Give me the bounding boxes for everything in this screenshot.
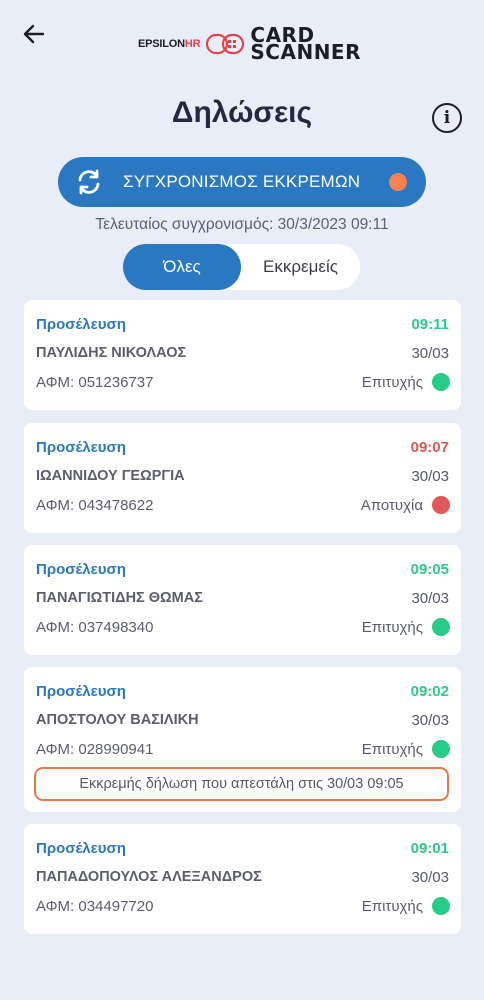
declaration-time: 09:02	[410, 683, 449, 700]
declaration-time: 09:11	[411, 316, 449, 333]
employee-name: ΙΩΑΝΝΙΔΟΥ ΓΕΩΡΓΙΑ	[36, 468, 185, 484]
tax-id: ΑΦΜ: 028990941	[36, 741, 154, 758]
filter-tabs: Όλες Εκκρεμείς	[123, 244, 360, 290]
declaration-time: 09:01	[410, 840, 449, 857]
status-text: Αποτυχία	[360, 497, 423, 514]
declaration-type: Προσέλευση	[36, 439, 126, 456]
sync-pending-button[interactable]: ΣΥΓΧΡΟΝΙΣΜΟΣ ΕΚΚΡΕΜΩΝ	[58, 157, 426, 207]
declaration-time: 09:05	[410, 561, 449, 578]
status-success-icon	[432, 618, 450, 636]
declaration-type: Προσέλευση	[36, 561, 126, 578]
pending-sent-note: Εκκρεμής δήλωση που απεστάλη στις 30/03 …	[34, 767, 449, 801]
declaration-card[interactable]: Προσέλευση 09:01 ΠΑΠΑΔΟΠΟΥΛΟΣ ΑΛΕΞΑΝΔΡΟΣ…	[24, 824, 461, 934]
logo-product: CARD SCANNER	[250, 23, 361, 64]
status-success-icon	[432, 740, 450, 758]
status-text: Επιτυχής	[361, 619, 423, 636]
pending-indicator	[389, 173, 407, 191]
status-failure-icon	[432, 496, 450, 514]
declaration-card[interactable]: Προσέλευση 09:05 ΠΑΝΑΓΙΩΤΙΔΗΣ ΘΩΜΑΣ 30/0…	[24, 545, 461, 655]
tab-pending[interactable]: Εκκρεμείς	[241, 244, 360, 290]
arrow-left-icon	[23, 24, 45, 44]
sync-icon	[78, 169, 100, 195]
declaration-type: Προσέλευση	[36, 683, 126, 700]
tax-id: ΑΦΜ: 051236737	[36, 374, 154, 391]
sync-button-label: ΣΥΓΧΡΟΝΙΣΜΟΣ ΕΚΚΡΕΜΩΝ	[123, 172, 361, 191]
status-text: Επιτυχής	[361, 374, 423, 391]
declaration-date: 30/03	[411, 590, 449, 607]
info-button[interactable]: i	[432, 103, 462, 133]
declaration-date: 30/03	[411, 869, 449, 886]
back-button[interactable]	[18, 18, 50, 50]
status-text: Επιτυχής	[361, 898, 423, 915]
declaration-card[interactable]: Προσέλευση 09:07 ΙΩΑΝΝΙΔΟΥ ΓΕΩΡΓΙΑ 30/03…	[24, 423, 461, 533]
employee-name: ΠΑΝΑΓΙΩΤΙΔΗΣ ΘΩΜΑΣ	[36, 590, 203, 606]
employee-name: ΠΑΥΛΙΔΗΣ ΝΙΚΟΛΑΟΣ	[36, 345, 187, 361]
status-success-icon	[432, 897, 450, 915]
top-bar: EPSILONHR CARD SCANNER	[0, 0, 484, 80]
qr-chain-icon	[206, 33, 245, 55]
declaration-type: Προσέλευση	[36, 840, 126, 857]
status-success-icon	[432, 373, 450, 391]
employee-name: ΠΑΠΑΔΟΠΟΥΛΟΣ ΑΛΕΞΑΝΔΡΟΣ	[36, 869, 262, 885]
tax-id: ΑΦΜ: 037498340	[36, 619, 154, 636]
employee-name: ΑΠΟΣΤΟΛΟΥ ΒΑΣΙΛΙΚΗ	[36, 712, 199, 728]
info-icon: i	[443, 108, 451, 128]
tab-all[interactable]: Όλες	[123, 244, 241, 290]
last-sync-text: Τελευταίος συγχρονισμός: 30/3/2023 09:11	[95, 216, 389, 233]
declaration-date: 30/03	[411, 712, 449, 729]
declaration-date: 30/03	[411, 468, 449, 485]
logo-brand: EPSILONHR	[138, 38, 201, 50]
declaration-card[interactable]: Προσέλευση 09:11 ΠΑΥΛΙΔΗΣ ΝΙΚΟΛΑΟΣ 30/03…	[24, 300, 461, 410]
tax-id: ΑΦΜ: 043478622	[36, 497, 154, 514]
declaration-type: Προσέλευση	[36, 316, 126, 333]
declaration-time: 09:07	[410, 439, 449, 456]
app-logo: EPSILONHR CARD SCANNER	[138, 24, 361, 64]
page-title: Δηλώσεις	[171, 96, 313, 129]
declaration-date: 30/03	[411, 345, 449, 362]
tax-id: ΑΦΜ: 034497720	[36, 898, 154, 915]
status-text: Επιτυχής	[361, 741, 423, 758]
declaration-card[interactable]: Προσέλευση 09:02 ΑΠΟΣΤΟΛΟΥ ΒΑΣΙΛΙΚΗ 30/0…	[24, 667, 461, 812]
